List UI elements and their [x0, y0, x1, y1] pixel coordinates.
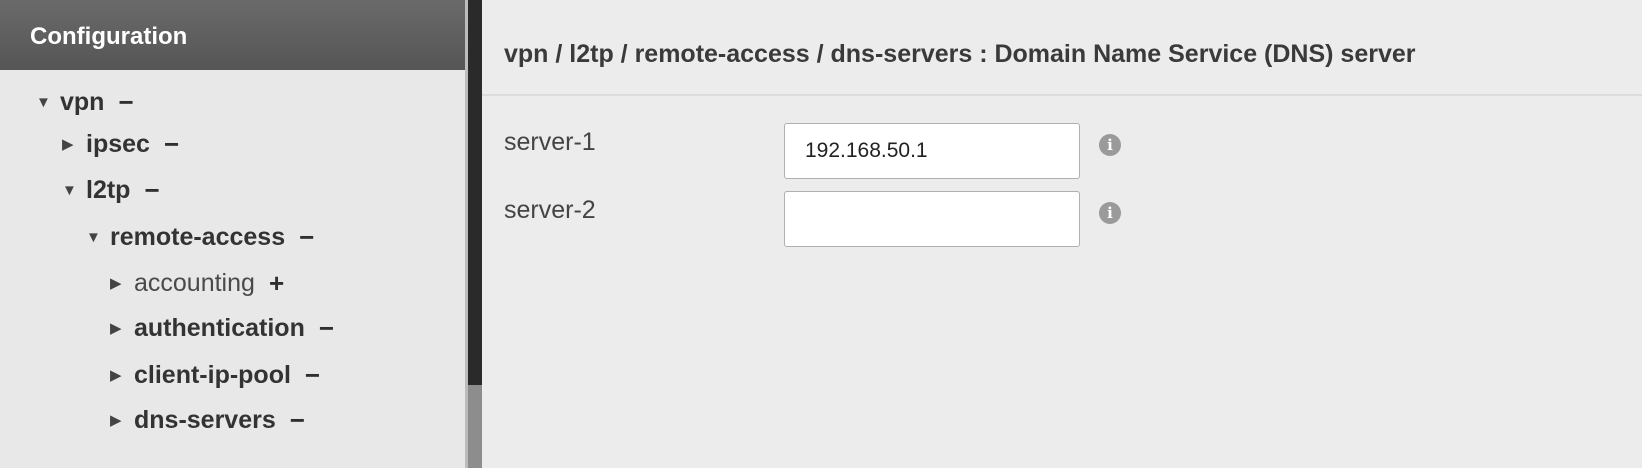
tree-item-label[interactable]: ipsec — [86, 130, 150, 159]
caret-right-icon[interactable]: ▶ — [110, 366, 134, 384]
server-2-input[interactable] — [784, 191, 1080, 247]
caret-right-icon[interactable]: ▶ — [110, 319, 134, 337]
tree-item-vpn[interactable]: ▼ vpn − — [36, 82, 134, 122]
caret-right-icon[interactable]: ▶ — [62, 135, 86, 153]
tree-item-dns-servers[interactable]: ▶ dns-servers − — [110, 400, 305, 440]
tree-item-label[interactable]: authentication — [134, 314, 305, 343]
tree-item-l2tp[interactable]: ▼ l2tp − — [62, 170, 160, 210]
collapse-button[interactable]: − — [118, 87, 133, 118]
collapse-button[interactable]: − — [290, 405, 305, 436]
collapse-button[interactable]: − — [319, 313, 334, 344]
info-icon[interactable]: i — [1099, 202, 1121, 224]
info-icon[interactable]: i — [1099, 134, 1121, 156]
server-1-input[interactable] — [784, 123, 1080, 179]
scrollbar-thumb[interactable] — [468, 385, 482, 468]
collapse-button[interactable]: − — [305, 360, 320, 391]
caret-down-icon[interactable]: ▼ — [62, 182, 86, 199]
tree-item-label[interactable]: accounting — [134, 269, 255, 298]
caret-down-icon[interactable]: ▼ — [36, 94, 60, 111]
caret-right-icon[interactable]: ▶ — [110, 274, 134, 292]
config-sidebar: Configuration ▼ vpn − ▶ ipsec − ▼ l2tp −… — [0, 0, 468, 468]
tree-item-label[interactable]: l2tp — [86, 176, 130, 205]
caret-right-icon[interactable]: ▶ — [110, 411, 134, 429]
collapse-button[interactable]: − — [144, 175, 159, 206]
sidebar-header: Configuration — [0, 0, 465, 70]
tree-item-accounting[interactable]: ▶ accounting + — [110, 263, 284, 303]
server-1-label: server-1 — [504, 128, 596, 156]
caret-down-icon[interactable]: ▼ — [86, 229, 110, 246]
tree-item-label[interactable]: client-ip-pool — [134, 361, 291, 390]
tree-item-label[interactable]: remote-access — [110, 223, 285, 252]
tree-item-remote-access[interactable]: ▼ remote-access − — [86, 217, 314, 257]
collapse-button[interactable]: − — [164, 129, 179, 160]
tree-item-client-ip-pool[interactable]: ▶ client-ip-pool − — [110, 355, 320, 395]
tree-item-ipsec[interactable]: ▶ ipsec − — [62, 124, 179, 164]
add-button[interactable]: + — [269, 268, 284, 299]
tree-item-label[interactable]: dns-servers — [134, 406, 276, 435]
tree-item-authentication[interactable]: ▶ authentication − — [110, 308, 334, 348]
server-2-label: server-2 — [504, 196, 596, 224]
collapse-button[interactable]: − — [299, 222, 314, 253]
tree-item-label[interactable]: vpn — [60, 88, 104, 117]
main-panel: vpn / l2tp / remote-access / dns-servers… — [482, 0, 1642, 468]
page-title: vpn / l2tp / remote-access / dns-servers… — [482, 0, 1642, 96]
